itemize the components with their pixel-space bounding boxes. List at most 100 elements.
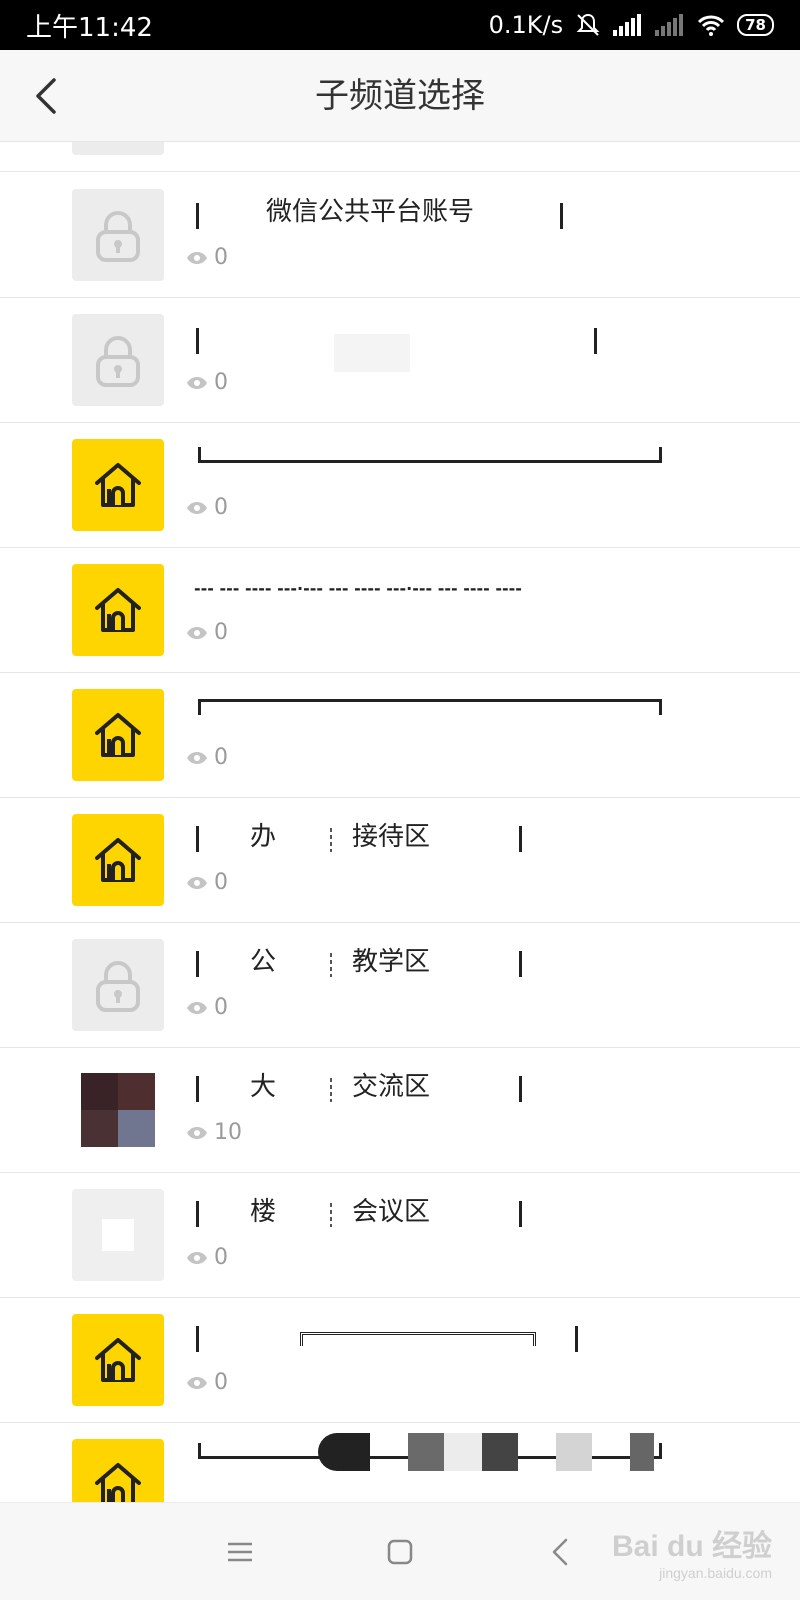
- view-count: 0: [186, 995, 228, 1020]
- signal-icon: [613, 14, 643, 36]
- divider-bar: [196, 826, 199, 852]
- status-time: 上午11:42: [26, 12, 153, 43]
- mute-bell-icon: [575, 12, 601, 38]
- house-icon: [72, 814, 164, 906]
- dashed-divider: [330, 1203, 332, 1227]
- status-bar: 上午11:42 0.1K/s 78: [0, 0, 800, 50]
- watermark-sub: jingyan.baidu.com: [659, 1565, 772, 1581]
- back-arrow-icon: [36, 78, 56, 114]
- redacted-block: [334, 334, 410, 372]
- eye-icon: [186, 1251, 208, 1265]
- eye-icon: [186, 1126, 208, 1140]
- divider-bar: [519, 951, 522, 977]
- divider-bar: [196, 203, 199, 229]
- list-item[interactable]: 0: [0, 673, 800, 798]
- house-icon: [72, 689, 164, 781]
- avatar: [72, 1189, 164, 1281]
- home-square-icon: [387, 1539, 413, 1564]
- eye-icon: [186, 751, 208, 765]
- list-item[interactable]: 0: [0, 423, 800, 548]
- list-item[interactable]: --- --- ---- ---·--- --- ---- ---·--- --…: [0, 548, 800, 673]
- redacted-block: [482, 1433, 518, 1471]
- list-item[interactable]: 0: [0, 298, 800, 423]
- channel-title-right: 交流区: [352, 1072, 431, 1102]
- view-count: 10: [186, 1120, 242, 1145]
- divider-bar: [519, 1076, 522, 1102]
- redacted-block: [408, 1433, 444, 1471]
- eye-icon: [186, 876, 208, 890]
- dashed-divider: [330, 828, 332, 852]
- list-item[interactable]: 公 教学区 0: [0, 923, 800, 1048]
- divider-bar: [196, 1076, 199, 1102]
- channel-title: --- --- ---- ---·--- --- ---- ---·--- --…: [194, 579, 522, 598]
- eye-icon: [186, 1001, 208, 1015]
- eye-icon: [186, 376, 208, 390]
- lock-icon: [72, 314, 164, 406]
- view-count: 0: [186, 1370, 228, 1395]
- house-icon: [72, 564, 164, 656]
- lock-icon: [72, 189, 164, 281]
- menu-button[interactable]: [210, 1522, 270, 1582]
- divider-bar: [196, 328, 199, 354]
- eye-icon: [186, 501, 208, 515]
- baidu-jingyan-watermark: Bai du 经验 jingyan.baidu.com: [612, 1502, 772, 1600]
- view-count: 0: [186, 620, 228, 645]
- frame-line: [198, 699, 662, 715]
- view-count: 0: [186, 870, 228, 895]
- divider-bar: [519, 1201, 522, 1227]
- back-button[interactable]: [22, 72, 70, 120]
- channel-title-left: 公: [250, 947, 277, 977]
- signal-weak-icon: [655, 14, 685, 36]
- system-back-button[interactable]: [530, 1522, 590, 1582]
- list-item[interactable]: 0: [0, 142, 800, 172]
- channel-title-left: 大: [250, 1072, 277, 1102]
- redacted-block: [444, 1433, 482, 1471]
- lock-icon: [72, 142, 164, 155]
- view-count: 0: [186, 370, 228, 395]
- header: 子频道选择: [0, 50, 800, 142]
- redacted-block: [556, 1433, 592, 1471]
- redacted-block: [318, 1433, 370, 1471]
- divider-bar: [196, 1201, 199, 1227]
- list-item[interactable]: 楼 会议区 0: [0, 1173, 800, 1298]
- frame-line: [198, 447, 662, 463]
- back-chevron-icon: [552, 1538, 568, 1565]
- eye-icon: [186, 1376, 208, 1390]
- dashed-divider: [330, 953, 332, 977]
- avatar: [72, 1064, 164, 1156]
- view-count: 0: [186, 1245, 228, 1270]
- list-item[interactable]: 0: [0, 1298, 800, 1423]
- page-title: 子频道选择: [315, 76, 485, 116]
- house-icon: [72, 1439, 164, 1502]
- watermark-main: Bai du 经验: [611, 1530, 772, 1563]
- channel-title-right: 教学区: [352, 947, 431, 977]
- house-icon: [72, 439, 164, 531]
- view-count: 0: [186, 745, 228, 770]
- wifi-icon: [697, 14, 725, 36]
- frame-line: [300, 1332, 536, 1346]
- divider-bar: [196, 951, 199, 977]
- house-icon: [72, 1314, 164, 1406]
- channel-list: 0 微信公共平台账号 0 0 0: [0, 142, 800, 1502]
- list-item[interactable]: 办 接待区 0: [0, 798, 800, 923]
- list-item[interactable]: [0, 1423, 800, 1502]
- channel-title-left: 办: [250, 822, 277, 852]
- list-item[interactable]: 大 交流区 10: [0, 1048, 800, 1173]
- divider-bar: [196, 1326, 199, 1352]
- view-count: 0: [186, 142, 228, 144]
- network-speed: 0.1K/s: [488, 11, 564, 39]
- divider-bar: [560, 203, 563, 229]
- menu-icon: [228, 1542, 252, 1561]
- channel-title: 微信公共平台账号: [266, 197, 475, 227]
- list-item[interactable]: 微信公共平台账号 0: [0, 173, 800, 298]
- redacted-block: [630, 1433, 654, 1471]
- eye-icon: [186, 251, 208, 265]
- channel-title-right: 会议区: [352, 1197, 431, 1227]
- status-right: 0.1K/s 78: [489, 11, 774, 39]
- divider-bar: [519, 826, 522, 852]
- home-button[interactable]: [370, 1522, 430, 1582]
- eye-icon: [186, 626, 208, 640]
- channel-title-right: 接待区: [352, 822, 431, 852]
- divider-bar: [575, 1326, 578, 1352]
- view-count: 0: [186, 495, 228, 520]
